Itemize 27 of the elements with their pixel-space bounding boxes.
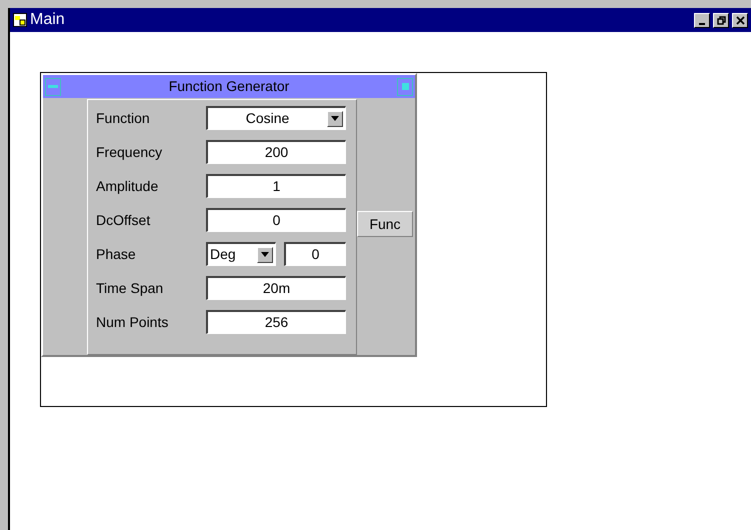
- minus-icon: [48, 85, 58, 88]
- close-button[interactable]: [732, 12, 748, 28]
- window-icon: [13, 13, 27, 27]
- field-label: Time Span: [96, 278, 164, 298]
- restore-button[interactable]: [713, 12, 729, 28]
- close-icon: [736, 16, 744, 24]
- field-label: Phase: [96, 244, 137, 264]
- minimize-icon: [699, 22, 705, 24]
- input-field[interactable]: 0: [206, 208, 346, 232]
- input-field[interactable]: 200: [206, 140, 346, 164]
- input-field[interactable]: 256: [206, 310, 346, 334]
- square-icon: [402, 83, 408, 90]
- panel-title: Function Generator: [168, 77, 290, 96]
- field-label: Function: [96, 108, 151, 128]
- func-output-button[interactable]: Func: [357, 211, 413, 237]
- field-label: Frequency: [96, 142, 164, 162]
- function-dropdown[interactable]: Cosine: [206, 106, 346, 130]
- input-field[interactable]: 0: [284, 242, 346, 266]
- field-label: Num Points: [96, 312, 170, 332]
- input-field[interactable]: 1: [206, 174, 346, 198]
- restore-icon: [716, 16, 726, 24]
- function-generator-panel[interactable]: Function Generator Function Cosine Frequency 200 Amplitude 1 DcOffset 0 Phase Deg 0 Time Span 20m Num Points 256 Func: [41, 73, 417, 357]
- input-field[interactable]: 20m: [206, 276, 346, 300]
- unit-dropdown[interactable]: Deg: [206, 242, 276, 266]
- window-title: Main: [30, 10, 66, 30]
- field-label: Amplitude: [96, 176, 160, 196]
- field-label: DcOffset: [96, 210, 152, 230]
